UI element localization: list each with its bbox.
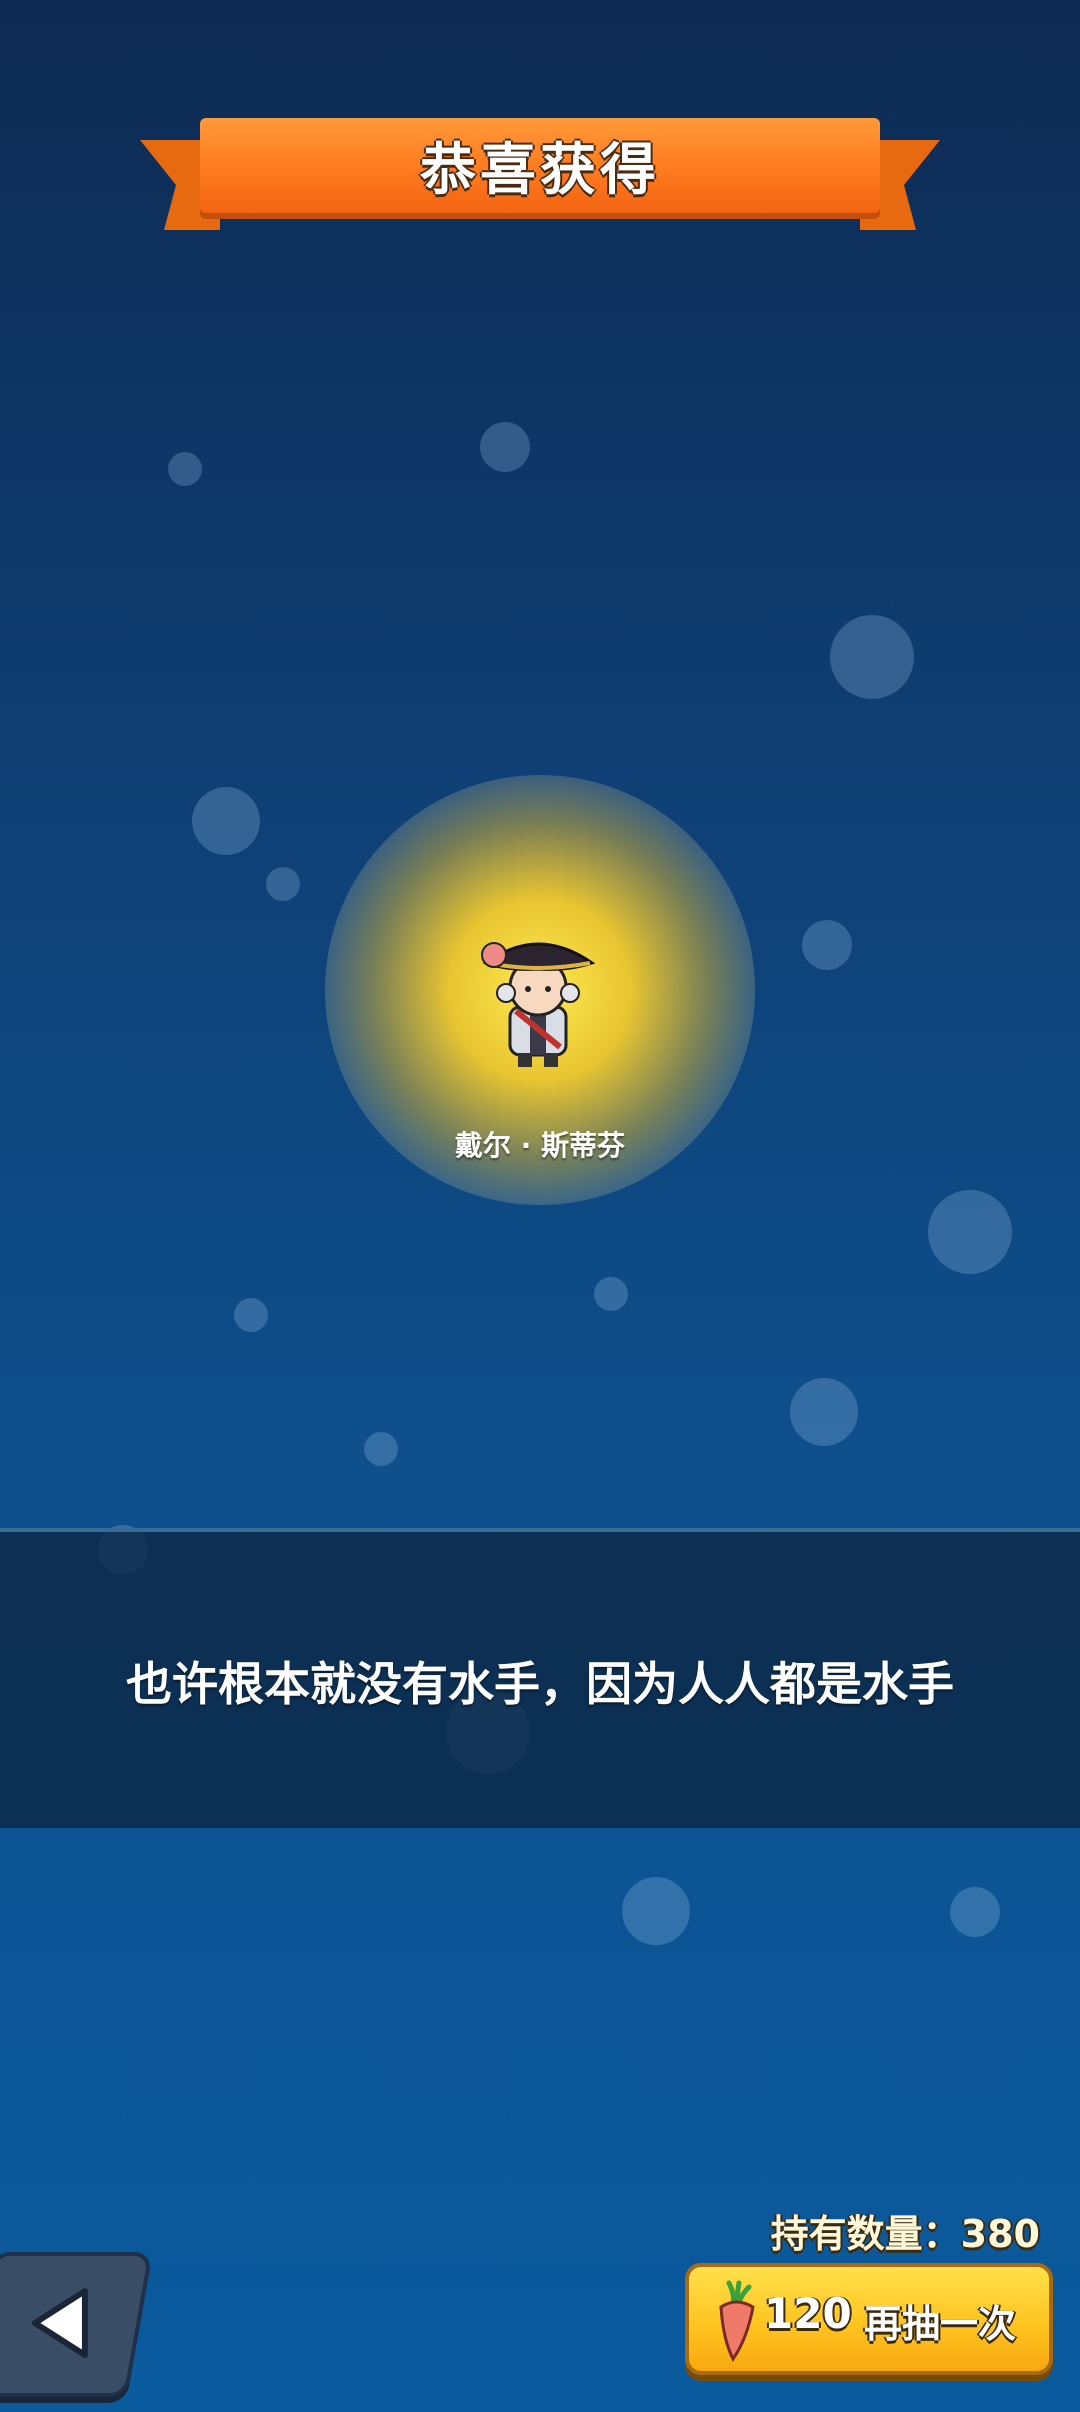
bubble xyxy=(234,1298,268,1332)
bubble xyxy=(802,920,852,970)
bubble xyxy=(594,1277,628,1311)
bubble xyxy=(622,1877,690,1945)
draw-again-button[interactable]: 120 再抽一次 xyxy=(685,2263,1053,2375)
bubble xyxy=(168,452,202,486)
held-quantity: 持有数量：380 xyxy=(770,2212,1040,2256)
bubble xyxy=(790,1378,858,1446)
bubble xyxy=(950,1887,1000,1937)
bubble xyxy=(480,422,530,472)
character-quote: 也许根本就没有水手，因为人人都是水手 xyxy=(126,1657,954,1711)
pirate-character-icon[interactable] xyxy=(458,915,618,1075)
reward-banner: 恭喜获得 xyxy=(140,110,940,230)
back-button[interactable] xyxy=(0,2252,153,2397)
carrot-icon xyxy=(711,2279,761,2369)
draw-again-label: 再抽一次 xyxy=(864,2302,1017,2346)
bubble xyxy=(928,1190,1012,1274)
draw-cost: 120 xyxy=(764,2289,852,2338)
bubble xyxy=(830,615,914,699)
banner-title: 恭喜获得 xyxy=(420,138,660,203)
back-arrow-icon xyxy=(25,2283,95,2367)
bubble xyxy=(364,1432,398,1466)
bubble xyxy=(192,787,260,855)
character-name: 戴尔 · 斯蒂芬 xyxy=(454,1129,626,1162)
bubble xyxy=(266,867,300,901)
banner-body: 恭喜获得 xyxy=(200,118,880,213)
